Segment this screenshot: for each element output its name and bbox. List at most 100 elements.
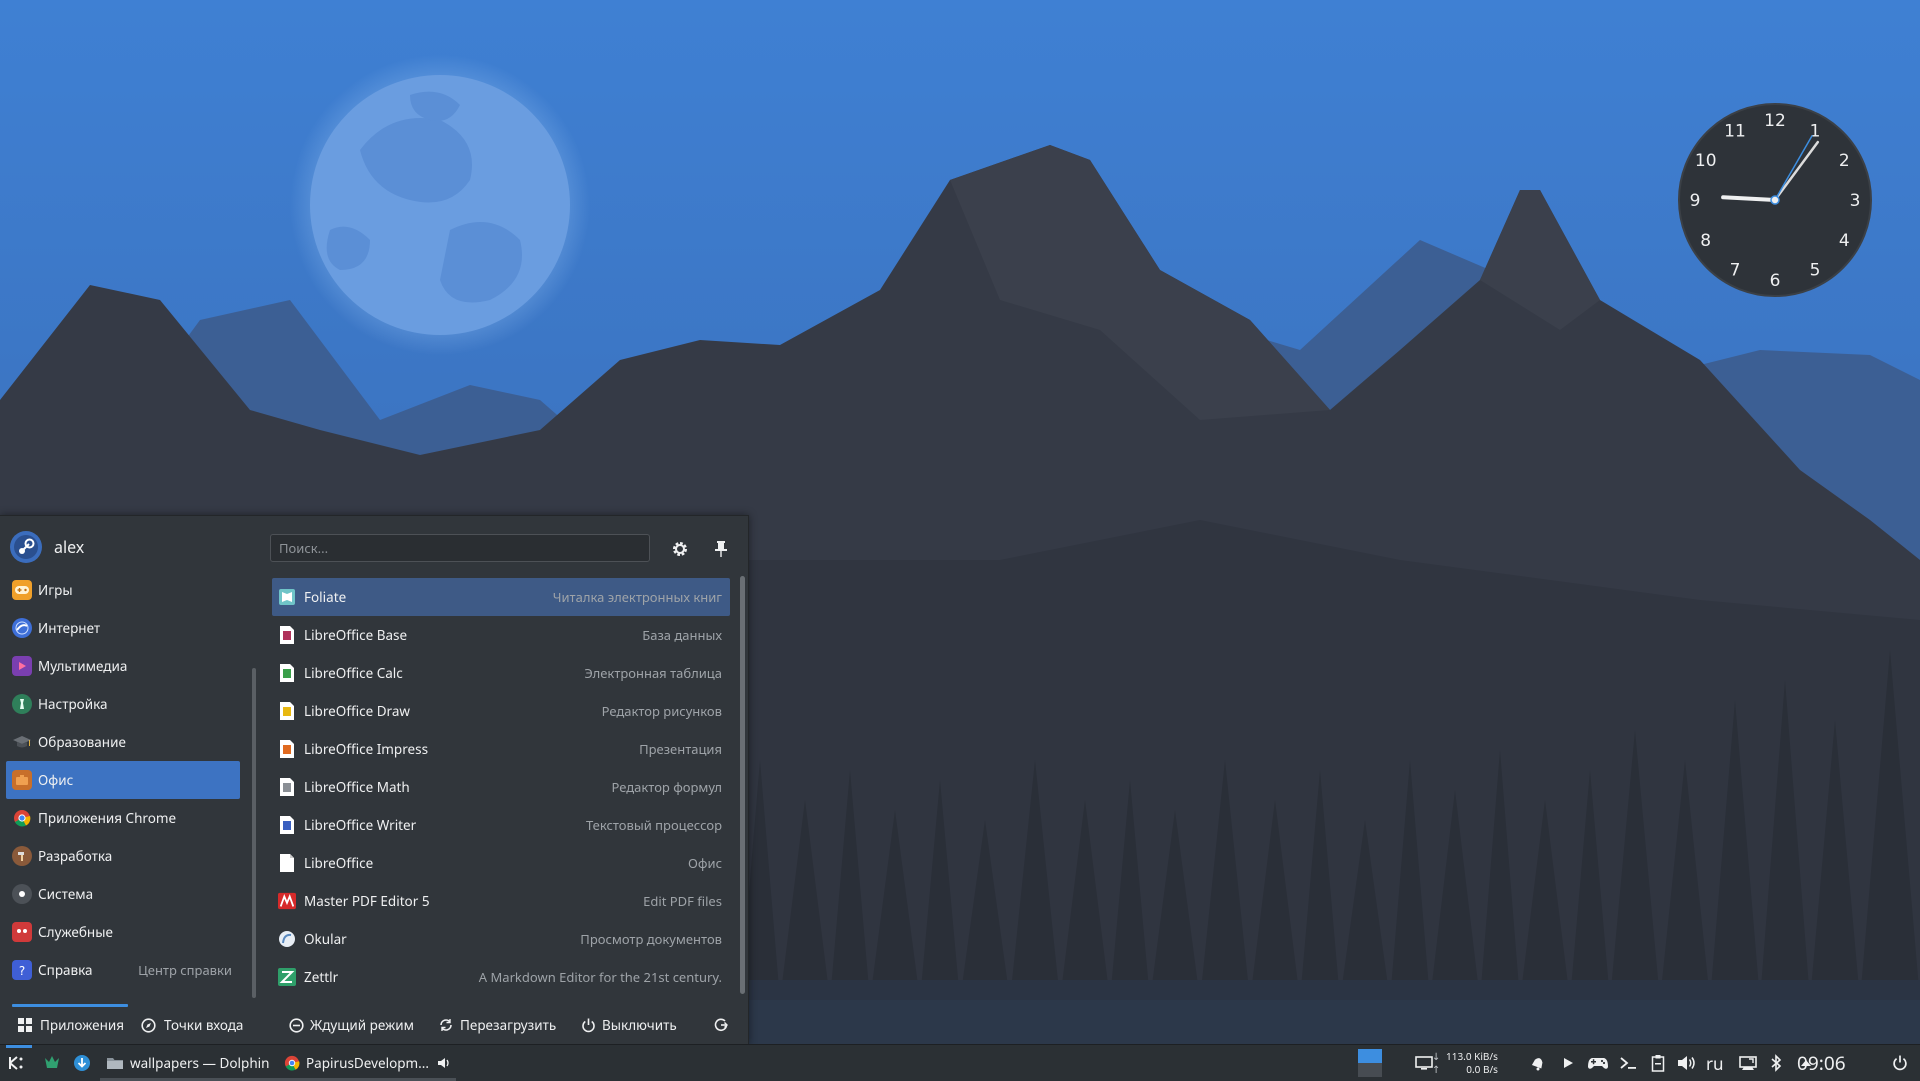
category-chrome-apps[interactable]: Приложения Chrome	[6, 799, 240, 837]
user-row[interactable]: alex	[10, 530, 84, 564]
shutdown-button[interactable]: Выключить	[581, 1006, 677, 1044]
keyboard-layout[interactable]: ru	[1706, 1045, 1724, 1081]
briefcase-icon	[12, 770, 32, 790]
app-okular[interactable]: Okular Просмотр документов	[272, 920, 730, 958]
application-launcher-button[interactable]	[4, 1045, 32, 1081]
desktop-2[interactable]	[1358, 1063, 1382, 1077]
clipboard-icon[interactable]	[1648, 1053, 1668, 1073]
network-speed-monitor[interactable]: ↓ 113.0 KiB/s ↑ 0.0 B/s	[1432, 1050, 1498, 1076]
analog-clock-widget[interactable]: 121234567891011	[1678, 103, 1872, 297]
tab-places[interactable]: Точки входа	[141, 1006, 243, 1044]
help-center-label: Центр справки	[138, 961, 232, 979]
pinned-app-2[interactable]	[70, 1045, 94, 1081]
zettlr-icon	[278, 967, 296, 987]
clock-number: 5	[1810, 260, 1821, 280]
configure-button[interactable]	[667, 536, 693, 562]
app-libreoffice-writer[interactable]: LibreOffice Writer Текстовый процессор	[272, 806, 730, 844]
pin-button[interactable]	[708, 536, 734, 562]
category-label: Мультимедиа	[38, 657, 128, 675]
libreoffice-icon	[278, 853, 296, 873]
media-play-icon[interactable]	[1558, 1053, 1578, 1073]
category-games[interactable]: Игры	[6, 571, 240, 609]
category-system[interactable]: Система	[6, 875, 240, 913]
category-settings[interactable]: Настройка	[6, 685, 240, 723]
category-utilities[interactable]: Служебные	[6, 913, 240, 951]
task-dolphin[interactable]: wallpapers — Dolphin	[100, 1045, 282, 1081]
app-name: LibreOffice Draw	[304, 702, 411, 720]
task-chrome[interactable]: PapirusDevelopm...	[280, 1045, 456, 1081]
green-app-icon	[45, 1056, 59, 1068]
app-libreoffice-base[interactable]: LibreOffice Base База данных	[272, 616, 730, 654]
shutdown-label: Выключить	[602, 1016, 677, 1034]
clock-number: 9	[1690, 191, 1701, 211]
category-scrollbar[interactable]	[252, 668, 256, 998]
steam-logo-icon	[14, 535, 38, 559]
master-pdf-editor-icon	[278, 891, 296, 911]
app-zettlr[interactable]: Zettlr A Markdown Editor for the 21st ce…	[272, 958, 730, 996]
settings-wrench-icon	[12, 694, 32, 714]
network-icon[interactable]	[1738, 1053, 1758, 1073]
system-icon	[12, 884, 32, 904]
category-label: Игры	[38, 581, 73, 599]
pinned-app-1[interactable]	[40, 1045, 64, 1081]
app-name: Master PDF Editor 5	[304, 892, 430, 910]
gamepad-icon[interactable]	[1586, 1053, 1610, 1073]
sleep-button[interactable]: Ждущий режим	[289, 1006, 414, 1044]
category-development[interactable]: Разработка	[6, 837, 240, 875]
category-list: Игры Интернет Мультимедиа Настройка Обра…	[6, 571, 240, 989]
libreoffice-base-icon	[278, 625, 296, 645]
multimedia-icon	[12, 656, 32, 676]
clock-number: 8	[1700, 231, 1711, 251]
category-multimedia[interactable]: Мультимедиа	[6, 647, 240, 685]
app-foliate[interactable]: Foliate Читалка электронных книг	[272, 578, 730, 616]
notifications-icon[interactable]	[1528, 1053, 1548, 1073]
app-master-pdf-editor[interactable]: Master PDF Editor 5 Edit PDF files	[272, 882, 730, 920]
app-list-scrollbar[interactable]	[740, 576, 745, 994]
libreoffice-draw-icon	[278, 701, 296, 721]
hammer-icon	[12, 846, 32, 866]
speaker-icon[interactable]	[437, 1056, 451, 1070]
libreoffice-math-icon	[278, 777, 296, 797]
category-internet[interactable]: Интернет	[6, 609, 240, 647]
category-label: Разработка	[38, 847, 113, 865]
category-office[interactable]: Офис	[6, 761, 240, 799]
net-up: 0.0 B/s	[1466, 1062, 1498, 1076]
taskbar: wallpapers — Dolphin PapirusDevelopm... …	[0, 1044, 1920, 1081]
terminal-icon[interactable]	[1618, 1053, 1638, 1073]
category-label: Система	[38, 885, 94, 903]
help-icon: ?	[12, 960, 32, 980]
app-libreoffice-draw[interactable]: LibreOffice Draw Редактор рисунков	[272, 692, 730, 730]
app-name: LibreOffice	[304, 854, 374, 872]
power-icon[interactable]	[1890, 1053, 1910, 1073]
tab-applications-label: Приложения	[40, 1016, 125, 1034]
user-avatar[interactable]	[10, 531, 42, 563]
restart-button[interactable]: Перезагрузить	[438, 1006, 556, 1044]
clock-number: 12	[1764, 111, 1786, 131]
foliate-icon	[278, 587, 296, 607]
display-icon[interactable]	[1414, 1053, 1434, 1073]
app-libreoffice-calc[interactable]: LibreOffice Calc Электронная таблица	[272, 654, 730, 692]
app-description: Офис	[688, 854, 722, 872]
tab-applications[interactable]: Приложения	[18, 1006, 124, 1044]
clock-number: 11	[1724, 122, 1746, 142]
globe-icon	[12, 618, 32, 638]
gamepad-icon	[12, 580, 32, 600]
clock-number: 10	[1695, 151, 1717, 171]
digital-clock[interactable]: 09:06	[1797, 1045, 1846, 1081]
desktop-1[interactable]	[1358, 1049, 1382, 1063]
app-description: Читалка электронных книг	[552, 588, 722, 606]
app-libreoffice-math[interactable]: LibreOffice Math Редактор формул	[272, 768, 730, 806]
sleep-label: Ждущий режим	[310, 1016, 415, 1034]
category-help[interactable]: ? Справка Центр справки	[6, 951, 240, 989]
app-libreoffice-impress[interactable]: LibreOffice Impress Презентация	[272, 730, 730, 768]
task-dolphin-label: wallpapers — Dolphin	[130, 1054, 270, 1072]
category-education[interactable]: Образование	[6, 723, 240, 761]
search-input[interactable]	[270, 534, 650, 562]
app-name: Okular	[304, 930, 347, 948]
volume-icon[interactable]	[1677, 1053, 1697, 1073]
leave-button[interactable]	[713, 1006, 735, 1044]
app-description: A Markdown Editor for the 21st century.	[478, 968, 722, 986]
virtual-desktop-pager[interactable]	[1358, 1049, 1382, 1077]
bluetooth-icon[interactable]	[1766, 1053, 1786, 1073]
app-libreoffice[interactable]: LibreOffice Офис	[272, 844, 730, 882]
